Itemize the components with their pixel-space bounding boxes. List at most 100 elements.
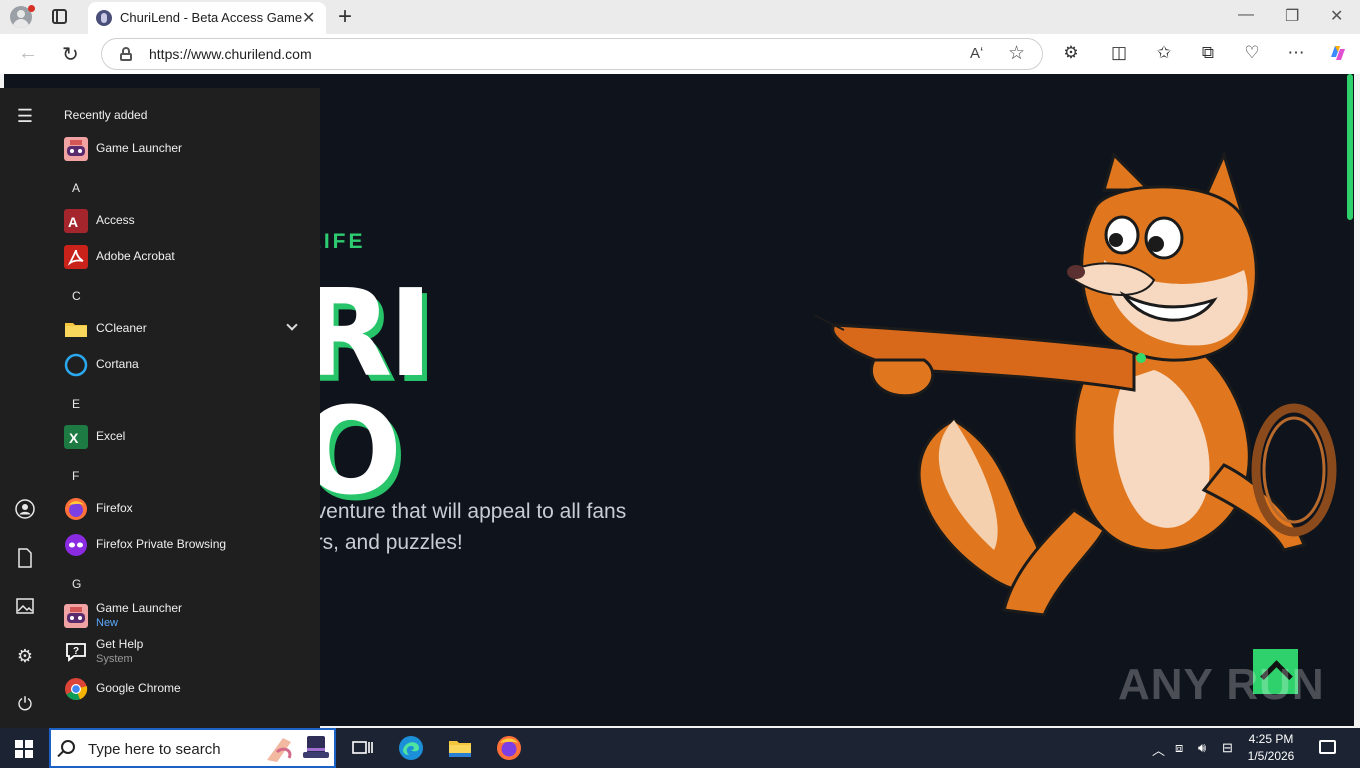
tab-actions-icon[interactable]	[52, 9, 67, 24]
folder-icon	[64, 317, 88, 341]
app-name: Firefox	[96, 501, 133, 515]
clock-time: 4:25 PM	[1248, 732, 1294, 746]
firefox-taskbar-icon[interactable]	[495, 734, 523, 762]
system-label: System	[96, 653, 133, 665]
search-highlight-icon	[267, 736, 329, 762]
file-explorer-icon[interactable]	[446, 734, 474, 762]
user-account-icon[interactable]	[13, 499, 37, 523]
edge-taskbar-icon[interactable]	[397, 734, 425, 762]
svg-text:X: X	[69, 430, 79, 446]
show-hidden-icons-chevron-up-icon[interactable]: ︿	[1152, 740, 1165, 759]
address-bar-row: ← ↻ https://www.churilend.com Aʻ ☆ ⚙ ◫ ✩…	[0, 34, 1360, 74]
meet-now-icon[interactable]: ⧈	[1175, 740, 1183, 756]
app-name: Adobe Acrobat	[96, 249, 175, 263]
collections-icon[interactable]: ⧉	[1197, 43, 1219, 63]
browser-tab-bar: ChuriLend - Beta Access Game ✕ + — ❐ ✕	[0, 0, 1360, 34]
more-options-icon[interactable]: ⋯	[1285, 43, 1307, 63]
cortana-icon	[64, 353, 88, 377]
app-item-firefox[interactable]: Firefox	[50, 492, 310, 526]
extensions-icon[interactable]: ⚙	[1060, 43, 1082, 63]
favorite-star-icon[interactable]: ☆	[1008, 42, 1025, 65]
app-name: Firefox Private Browsing	[96, 537, 227, 551]
excel-icon: X	[64, 425, 88, 449]
clock-date: 1/5/2026	[1247, 749, 1295, 763]
group-letter-a[interactable]: A	[72, 181, 80, 195]
new-tab-button[interactable]: +	[338, 3, 352, 31]
windows-start-icon[interactable]	[15, 740, 33, 758]
app-name: CCleaner	[96, 321, 147, 335]
app-item-game-launcher-recent[interactable]: Game Launcher	[50, 132, 310, 166]
app-item-access[interactable]: A Access	[50, 204, 310, 238]
group-letter-c[interactable]: C	[72, 289, 81, 303]
app-name: Access	[96, 213, 135, 227]
new-badge: New	[96, 617, 119, 629]
firefox-icon	[64, 497, 88, 521]
favorites-icon[interactable]: ✩	[1153, 43, 1175, 63]
tab-churilend[interactable]: ChuriLend - Beta Access Game ✕	[88, 2, 326, 34]
app-name: Get Help	[96, 637, 144, 651]
hero-description: dventure that will appeal to all fans er…	[304, 496, 664, 558]
game-launcher-icon	[64, 137, 88, 161]
documents-icon[interactable]	[13, 548, 37, 572]
group-letter-g[interactable]: G	[72, 577, 81, 591]
address-bar[interactable]: https://www.churilend.com Aʻ ☆	[101, 38, 1043, 70]
back-icon[interactable]: ←	[18, 42, 38, 65]
app-name: Google Chrome	[96, 681, 181, 695]
start-menu: ☰ ⚙ ⏻ Recently added Game Launcher A A A…	[0, 88, 320, 728]
pictures-icon[interactable]	[13, 596, 37, 620]
notifications-icon[interactable]	[1319, 740, 1336, 754]
task-view-icon[interactable]	[349, 734, 377, 762]
app-item-google-chrome[interactable]: Google Chrome	[50, 672, 310, 706]
app-name: Cortana	[96, 357, 139, 371]
app-item-get-help[interactable]: ? Get Help System	[50, 635, 310, 669]
taskbar-search-box[interactable]: Type here to search	[49, 728, 336, 768]
site-favicon-icon	[96, 10, 112, 26]
access-icon: A	[64, 209, 88, 233]
hamburger-menu-icon[interactable]: ☰	[13, 104, 37, 128]
system-clock[interactable]: 4:25 PM 1/5/2026	[1236, 731, 1306, 765]
refresh-icon[interactable]: ↻	[62, 42, 79, 67]
app-name: Game Launcher	[96, 601, 183, 615]
read-aloud-icon[interactable]: Aʻ	[970, 45, 983, 62]
url-text[interactable]: https://www.churilend.com	[149, 46, 312, 62]
profile-notification-dot	[28, 5, 35, 12]
minimize-icon[interactable]: —	[1238, 6, 1254, 24]
app-name: Game Launcher	[96, 141, 183, 155]
start-menu-rail: ☰ ⚙ ⏻	[0, 88, 50, 728]
search-icon	[61, 740, 75, 754]
acrobat-icon	[64, 245, 88, 269]
chrome-icon	[64, 677, 88, 701]
app-item-cortana[interactable]: Cortana	[50, 348, 310, 382]
volume-icon[interactable]: 🔊︎	[1198, 740, 1206, 756]
split-screen-icon[interactable]: ◫	[1108, 43, 1130, 63]
chevron-down-icon[interactable]	[286, 319, 298, 331]
network-icon[interactable]: ⊟	[1222, 740, 1233, 756]
close-window-icon[interactable]: ✕	[1330, 6, 1343, 26]
app-item-ccleaner[interactable]: CCleaner	[50, 312, 310, 346]
app-item-firefox-private[interactable]: Firefox Private Browsing	[50, 528, 310, 562]
svg-text:?: ?	[73, 646, 79, 657]
tab-title: ChuriLend - Beta Access Game	[120, 10, 303, 25]
group-letter-e[interactable]: E	[72, 397, 80, 411]
app-item-game-launcher[interactable]: Game Launcher New	[50, 599, 310, 633]
app-item-adobe-acrobat[interactable]: Adobe Acrobat	[50, 240, 310, 274]
group-letter-f[interactable]: F	[72, 469, 79, 483]
fox-mascot-illustration	[813, 150, 1337, 617]
recently-added-heading: Recently added	[64, 108, 148, 122]
game-launcher-icon	[64, 604, 88, 628]
get-help-icon: ?	[64, 640, 88, 664]
app-item-excel[interactable]: X Excel	[50, 420, 310, 454]
lock-icon[interactable]	[120, 47, 132, 61]
hero-desc-line-1: dventure that will appeal to all fans	[304, 500, 627, 523]
hero-desc-line-2: ers, and puzzles!	[304, 531, 463, 554]
firefox-private-icon	[64, 533, 88, 557]
tab-close-icon[interactable]: ✕	[302, 8, 315, 28]
anyrun-watermark: ANY RUN	[1118, 660, 1325, 709]
restore-icon[interactable]: ❐	[1285, 6, 1299, 26]
settings-gear-icon[interactable]: ⚙	[13, 644, 37, 668]
copilot-icon[interactable]	[1327, 43, 1349, 68]
app-name: Excel	[96, 429, 126, 443]
power-icon[interactable]: ⏻	[13, 692, 37, 716]
browser-essentials-icon[interactable]: ♡	[1241, 43, 1263, 63]
svg-text:A: A	[68, 214, 78, 230]
